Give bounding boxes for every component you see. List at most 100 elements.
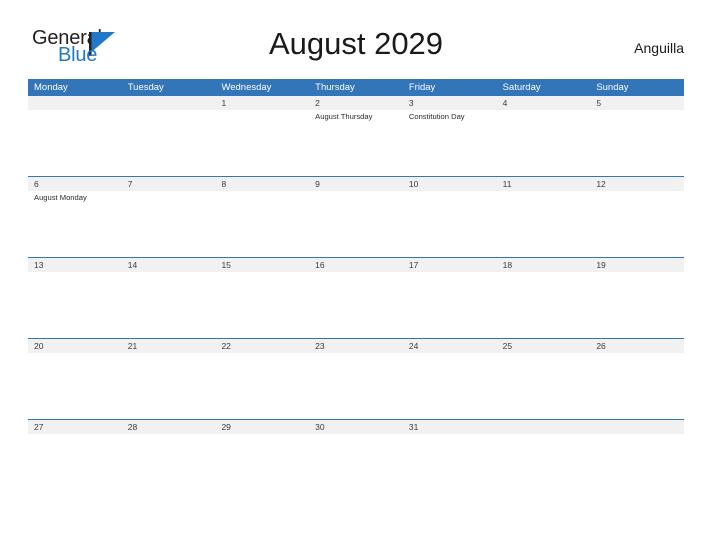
day-number-6[interactable]: 6 [28, 177, 122, 191]
week-events-band [28, 272, 684, 337]
day-cell-2[interactable]: August Thursday [309, 110, 403, 175]
week-events-band: August Monday [28, 191, 684, 256]
day-number-9[interactable]: 9 [309, 177, 403, 191]
day-cell-14[interactable] [122, 272, 216, 337]
day-cell-empty [122, 110, 216, 175]
week-dates-band: 12345 [28, 96, 684, 110]
day-number-14[interactable]: 14 [122, 258, 216, 272]
week-events-band: August Thursday Constitution Day [28, 110, 684, 175]
day-cell-31[interactable] [403, 434, 497, 499]
calendar-grid: Monday Tuesday Wednesday Thursday Friday Satu… [28, 79, 684, 501]
day-number-22[interactable]: 22 [215, 339, 309, 353]
day-cell-30[interactable] [309, 434, 403, 499]
day-number-16[interactable]: 16 [309, 258, 403, 272]
day-cell-7[interactable] [122, 191, 216, 256]
week-dates-band: 27 28 29 30 31 [28, 420, 684, 434]
day-cell-16[interactable] [309, 272, 403, 337]
day-number-empty [497, 420, 591, 434]
day-number-20[interactable]: 20 [28, 339, 122, 353]
day-number-3[interactable]: 3 [403, 96, 497, 110]
weekday-header-saturday: Saturday [502, 82, 541, 93]
day-cell-18[interactable] [497, 272, 591, 337]
day-number-26[interactable]: 26 [590, 339, 684, 353]
weekday-header-thursday: Thursday [315, 82, 355, 93]
day-cell-27[interactable] [28, 434, 122, 499]
day-number-30[interactable]: 30 [309, 420, 403, 434]
calendar-week-row: 6 7 8 9 10 11 12 August Monday [28, 177, 684, 258]
calendar-week-row: 13 14 15 16 17 18 19 [28, 258, 684, 339]
day-cell-11[interactable] [497, 191, 591, 256]
day-number-13[interactable]: 13 [28, 258, 122, 272]
week-events-band [28, 353, 684, 418]
day-number-15[interactable]: 15 [215, 258, 309, 272]
day-number-19[interactable]: 19 [590, 258, 684, 272]
day-number-1[interactable]: 1 [215, 96, 309, 110]
day-cell-20[interactable] [28, 353, 122, 418]
day-cell-4[interactable] [497, 110, 591, 175]
day-cell-22[interactable] [215, 353, 309, 418]
calendar-week-row: 27 28 29 30 31 [28, 420, 684, 501]
day-cell-23[interactable] [309, 353, 403, 418]
day-cell-6[interactable]: August Monday [28, 191, 122, 256]
day-cell-5[interactable] [590, 110, 684, 175]
day-number-empty [122, 96, 216, 110]
event-label: Constitution Day [408, 112, 465, 121]
event-label: August Thursday [315, 112, 373, 121]
weekday-header-friday: Friday [408, 82, 436, 93]
week-dates-band: 6 7 8 9 10 11 12 [28, 177, 684, 191]
day-number-8[interactable]: 8 [215, 177, 309, 191]
week-events-band [28, 434, 684, 499]
weekday-header-monday: Monday [34, 82, 68, 93]
day-cell-empty [28, 110, 122, 175]
day-number-21[interactable]: 21 [122, 339, 216, 353]
region-label: Anguilla [634, 40, 684, 56]
day-cell-15[interactable] [215, 272, 309, 337]
weekday-header-tuesday: Tuesday [127, 82, 164, 93]
day-number-empty [590, 420, 684, 434]
day-number-5[interactable]: 5 [590, 96, 684, 110]
day-number-29[interactable]: 29 [215, 420, 309, 434]
day-cell-24[interactable] [403, 353, 497, 418]
day-cell-28[interactable] [122, 434, 216, 499]
page-header: General Blue August 2029 Anguilla [0, 26, 712, 74]
day-cell-empty [497, 434, 591, 499]
day-number-18[interactable]: 18 [497, 258, 591, 272]
day-number-7[interactable]: 7 [122, 177, 216, 191]
day-number-27[interactable]: 27 [28, 420, 122, 434]
day-number-11[interactable]: 11 [497, 177, 591, 191]
day-cell-25[interactable] [497, 353, 591, 418]
day-cell-19[interactable] [590, 272, 684, 337]
calendar-week-row: 20 21 22 23 24 25 26 [28, 339, 684, 420]
calendar-week-row: 1 2 3 4 5 August Thursday Constitution Day [28, 96, 684, 177]
day-number-2[interactable]: 2 [309, 96, 403, 110]
day-number-10[interactable]: 10 [403, 177, 497, 191]
day-cell-9[interactable] [309, 191, 403, 256]
day-number-24[interactable]: 24 [403, 339, 497, 353]
day-number-17[interactable]: 17 [403, 258, 497, 272]
event-label: August Monday [34, 193, 87, 202]
day-cell-21[interactable] [122, 353, 216, 418]
day-number-12[interactable]: 12 [590, 177, 684, 191]
day-cell-1[interactable] [215, 110, 309, 175]
day-number-28[interactable]: 28 [122, 420, 216, 434]
day-cell-13[interactable] [28, 272, 122, 337]
day-cell-29[interactable] [215, 434, 309, 499]
day-number-4[interactable]: 4 [497, 96, 591, 110]
day-number-25[interactable]: 25 [497, 339, 591, 353]
day-cell-10[interactable] [403, 191, 497, 256]
day-cell-26[interactable] [590, 353, 684, 418]
calendar-page: General Blue August 2029 Anguilla Monday… [0, 0, 712, 550]
day-number-31[interactable]: 31 [403, 420, 497, 434]
day-cell-3[interactable]: Constitution Day [403, 110, 497, 175]
weekday-header-wednesday: Wednesday [221, 82, 272, 93]
day-cell-17[interactable] [403, 272, 497, 337]
week-dates-band: 13 14 15 16 17 18 19 [28, 258, 684, 272]
calendar-weeks: 1 2 3 4 5 August Thursday Constitution Day 6 7 8 9… [28, 96, 684, 501]
day-cell-8[interactable] [215, 191, 309, 256]
weekday-header-row: Monday Tuesday Wednesday Thursday Friday Satu… [28, 79, 684, 96]
page-title: August 2029 [268, 26, 444, 61]
week-dates-band: 20 21 22 23 24 25 26 [28, 339, 684, 353]
day-number-23[interactable]: 23 [309, 339, 403, 353]
day-cell-12[interactable] [590, 191, 684, 256]
day-number-empty [28, 96, 122, 110]
